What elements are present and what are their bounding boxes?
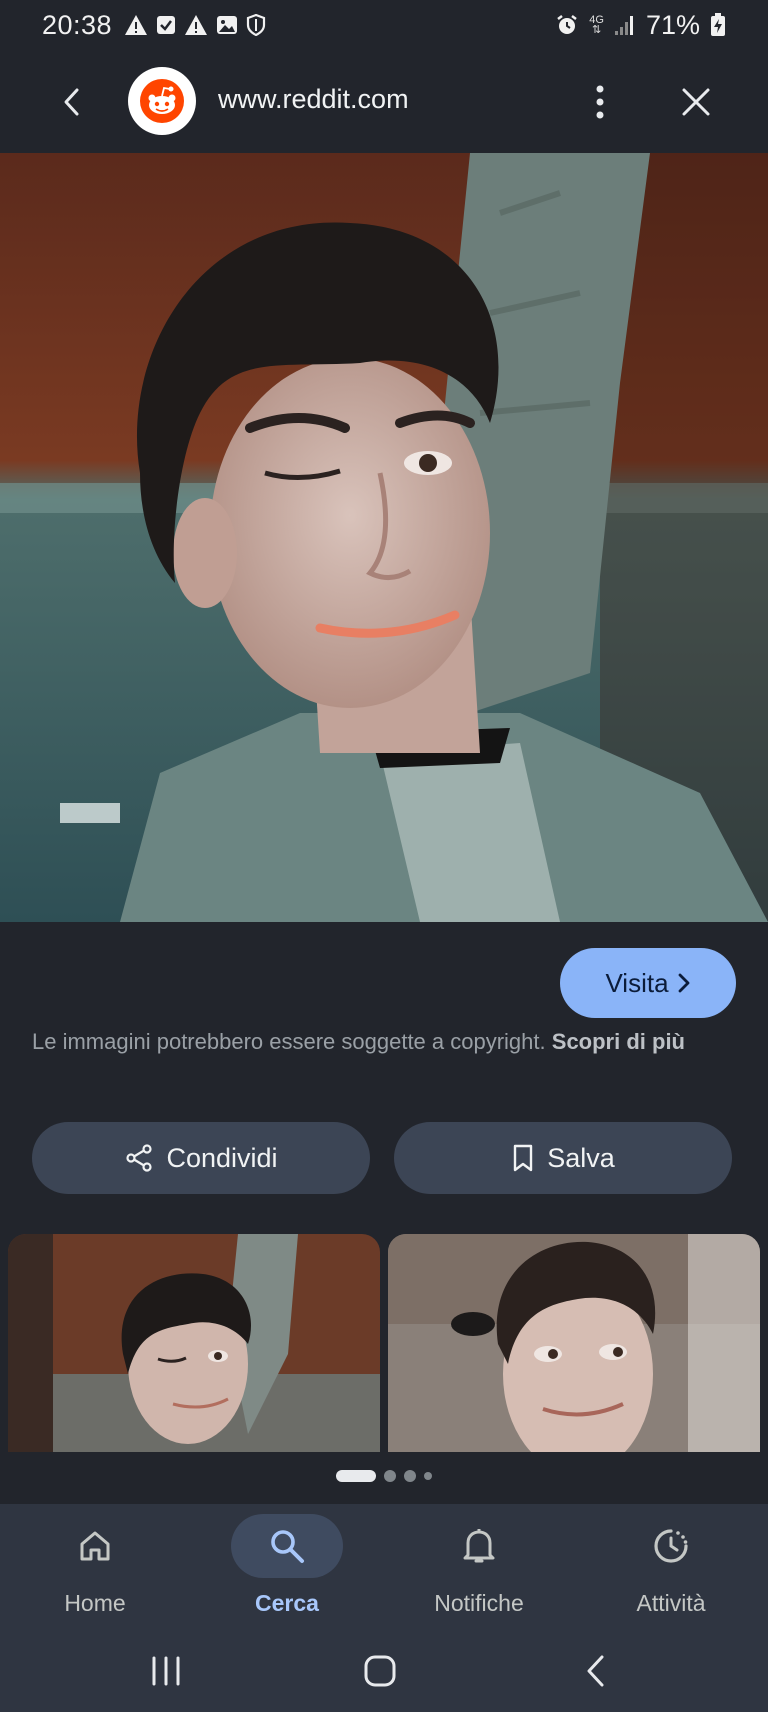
nav-icon-container <box>39 1514 151 1578</box>
system-home-button[interactable] <box>350 1646 410 1696</box>
alarm-icon <box>557 15 578 34</box>
related-image-thumbnail[interactable] <box>388 1234 760 1452</box>
network-indicator: 4G ⇅ <box>589 15 604 36</box>
visit-label: Visita <box>605 967 669 998</box>
status-time: 20:38 <box>42 9 113 40</box>
thumbnail-illustration <box>388 1234 760 1452</box>
home-square-icon <box>364 1655 396 1687</box>
nav-item-search[interactable]: Cerca <box>202 1514 372 1624</box>
visit-button[interactable]: Visita <box>560 948 736 1018</box>
share-label: Condividi <box>166 1142 278 1173</box>
back-arrow-icon <box>587 1655 604 1687</box>
save-button[interactable]: Salva <box>394 1122 732 1194</box>
nav-label-home: Home <box>64 1590 126 1616</box>
home-icon <box>80 1531 110 1561</box>
carousel-dot <box>384 1470 396 1482</box>
nav-label-activity: Attività <box>636 1590 706 1616</box>
related-image-thumbnail[interactable] <box>8 1234 380 1452</box>
bell-icon <box>463 1529 495 1563</box>
nav-icon-container <box>615 1514 727 1578</box>
bottom-navigation: Home Cerca Notifiche Attività <box>0 1504 768 1630</box>
reddit-logo <box>128 67 196 135</box>
site-url[interactable]: www.reddit.com <box>218 84 409 115</box>
nav-item-notifications[interactable]: Notifiche <box>394 1514 564 1624</box>
chevron-right-icon <box>678 973 689 993</box>
more-vert-icon <box>596 85 604 119</box>
back-button[interactable] <box>52 82 92 122</box>
carousel-dot <box>424 1472 432 1480</box>
data-arrows-icon: ⇅ <box>592 24 602 36</box>
nav-item-activity[interactable]: Attività <box>586 1514 756 1624</box>
image-icon <box>217 16 238 34</box>
nav-icon-container <box>231 1514 343 1578</box>
carousel-dot-active <box>336 1470 376 1482</box>
close-icon <box>682 88 710 116</box>
notification-icons <box>124 14 266 36</box>
copyright-notice: Le immagini potrebbero essere soggette a… <box>32 1026 742 1058</box>
battery-charging-icon <box>711 13 725 36</box>
status-left: 20:38 <box>42 10 266 41</box>
nav-icon-container <box>423 1514 535 1578</box>
thumbnail-illustration <box>8 1234 380 1452</box>
share-button[interactable]: Condividi <box>32 1122 370 1194</box>
browser-header: www.reddit.com <box>0 62 768 142</box>
main-result-image[interactable] <box>0 153 768 922</box>
check-box-icon <box>157 16 176 34</box>
signal-icon <box>614 16 633 35</box>
battery-level: 71% <box>645 9 700 40</box>
copyright-text: Le immagini potrebbero essere soggette a… <box>32 1029 546 1054</box>
nav-item-home[interactable]: Home <box>10 1514 180 1624</box>
shield-icon <box>246 14 266 36</box>
save-label: Salva <box>547 1142 615 1173</box>
system-navigation-bar <box>0 1630 768 1712</box>
carousel-indicator <box>0 1470 768 1482</box>
status-right: 4G ⇅ 71% <box>555 10 726 41</box>
close-button[interactable] <box>676 82 716 122</box>
warning-icon <box>185 15 208 35</box>
carousel-dot <box>404 1470 416 1482</box>
system-back-button[interactable] <box>566 1646 626 1696</box>
chevron-left-icon <box>64 88 79 116</box>
more-options-button[interactable] <box>580 80 620 124</box>
reddit-alien-icon <box>140 79 184 123</box>
activity-icon <box>654 1529 688 1563</box>
search-icon <box>271 1530 304 1563</box>
status-bar: 20:38 4G ⇅ 71% <box>0 0 768 50</box>
bookmark-icon <box>514 1144 533 1172</box>
learn-more-link[interactable]: Scopri di più <box>552 1029 685 1054</box>
nav-label-notifications: Notifiche <box>434 1590 524 1616</box>
share-icon <box>126 1144 153 1172</box>
photo-illustration <box>0 153 768 922</box>
nav-label-search: Cerca <box>255 1590 319 1616</box>
recent-apps-icon <box>152 1656 180 1686</box>
warning-icon <box>125 15 148 35</box>
recent-apps-button[interactable] <box>136 1646 196 1696</box>
